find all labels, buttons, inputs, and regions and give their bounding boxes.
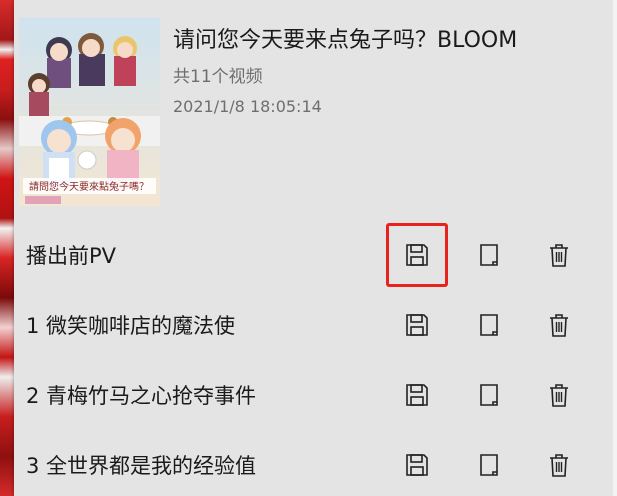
episode-row[interactable]: 2 青梅竹马之心抢夺事件 [14, 360, 613, 430]
save-icon [406, 244, 428, 266]
save-icon [406, 384, 428, 406]
episode-title: 1 微笑咖啡店的魔法使 [26, 314, 236, 338]
window-edge [613, 0, 617, 496]
episode-row[interactable]: 3 全世界都是我的经验值 [14, 430, 613, 496]
open-file-button[interactable] [469, 235, 509, 275]
save-button[interactable] [397, 305, 437, 345]
background-window-strip [0, 0, 14, 496]
file-icon [480, 454, 498, 476]
delete-button[interactable] [539, 375, 579, 415]
delete-button[interactable] [539, 235, 579, 275]
open-file-button[interactable] [469, 445, 509, 485]
trash-icon [550, 314, 568, 337]
playlist-flyout: 請問您今天要來點兔子嗎？ 请问您今天要来点兔子吗？BLOOM 共11个视频 20… [14, 0, 613, 496]
delete-button[interactable] [539, 445, 579, 485]
save-button[interactable] [397, 235, 437, 275]
file-icon [480, 384, 498, 406]
playlist-date: 2021/1/8 18:05:14 [173, 97, 322, 116]
episode-title: 播出前PV [26, 244, 117, 268]
open-file-button[interactable] [469, 305, 509, 345]
save-button[interactable] [397, 445, 437, 485]
cover-art: 請問您今天要來點兔子嗎？ [19, 18, 160, 206]
save-icon [406, 314, 428, 336]
trash-icon [550, 454, 568, 477]
file-icon [480, 244, 498, 266]
app-root: 請問您今天要來點兔子嗎？ 请问您今天要来点兔子吗？BLOOM 共11个视频 20… [0, 0, 617, 496]
save-icon [406, 454, 428, 476]
episode-row[interactable]: 1 微笑咖啡店的魔法使 [14, 290, 613, 360]
episode-title: 2 青梅竹马之心抢夺事件 [26, 384, 257, 408]
save-button[interactable] [397, 375, 437, 415]
episode-title: 3 全世界都是我的经验值 [26, 454, 257, 478]
delete-button[interactable] [539, 305, 579, 345]
trash-icon [550, 384, 568, 407]
file-icon [480, 314, 498, 336]
playlist-cover-image[interactable]: 請問您今天要來點兔子嗎？ [19, 18, 160, 206]
playlist-video-count: 共11个视频 [173, 67, 263, 87]
playlist-title: 请问您今天要来点兔子吗？BLOOM [173, 28, 518, 53]
trash-icon [550, 244, 568, 267]
open-file-button[interactable] [469, 375, 509, 415]
episode-row[interactable]: 播出前PV [14, 220, 613, 290]
cover-title-text: 請問您今天要來點兔子嗎？ [29, 180, 149, 193]
